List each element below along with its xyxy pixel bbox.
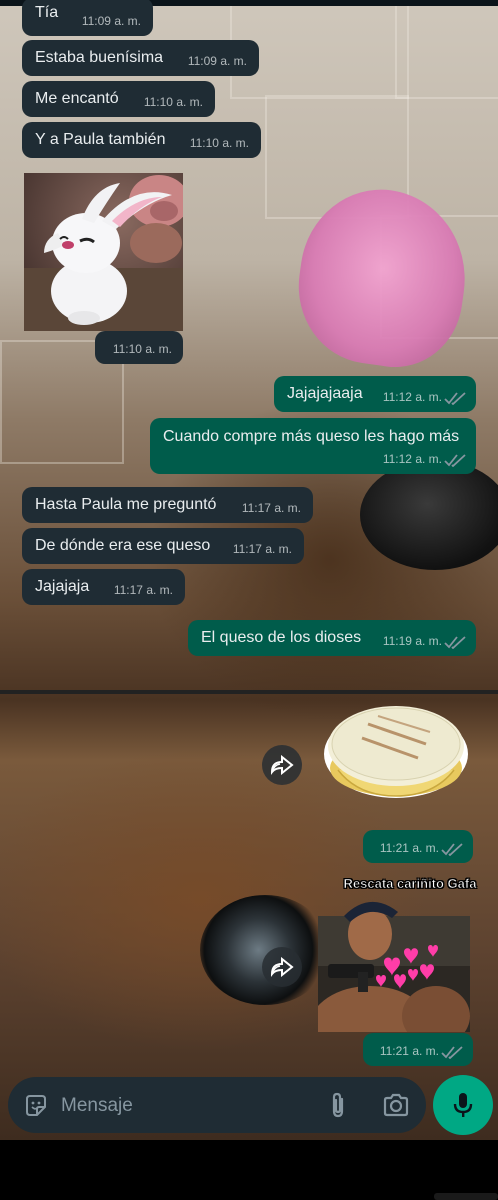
message-text: De dónde era ese queso: [35, 537, 211, 554]
message-bubble[interactable]: Me encantó 11:10 a. m.: [22, 81, 215, 117]
message-bubble[interactable]: Cuando compre más queso les hago más 11:…: [150, 418, 476, 474]
message-bubble[interactable]: Y a Paula también 11:10 a. m.: [22, 122, 261, 158]
message-bubble[interactable]: De dónde era ese queso 11:17 a. m.: [22, 528, 304, 564]
forward-icon: [270, 957, 294, 977]
message-text: Tía: [35, 4, 59, 21]
mic-icon: [453, 1093, 473, 1117]
message-bubble[interactable]: El queso de los dioses 11:19 a. m.: [188, 620, 476, 656]
message-bubble[interactable]: Tía 11:09 a. m.: [22, 0, 153, 36]
message-time: 11:10 a. m.: [189, 136, 249, 150]
message-time: 11:19 a. m.: [382, 634, 442, 648]
message-time: 11:09 a. m.: [187, 54, 247, 68]
dog-nose-photo: [360, 460, 498, 570]
read-receipt-icon: [441, 1046, 463, 1059]
read-receipt-icon: [444, 454, 466, 467]
message-time: 11:09 a. m.: [81, 14, 141, 28]
message-text: Me encantó: [35, 90, 119, 107]
dog-eye-photo: [200, 895, 330, 1005]
message-time: 11:17 a. m.: [232, 542, 292, 556]
hearts-icon: [376, 945, 438, 989]
sticker-icon[interactable]: [23, 1093, 49, 1119]
gun-hearts-sticker[interactable]: Rescata cariñito Gafa: [310, 876, 477, 1066]
camera-icon[interactable]: [382, 1093, 410, 1117]
message-bubble[interactable]: Hasta Paula me preguntó 11:17 a. m.: [22, 487, 313, 523]
forward-button[interactable]: [262, 745, 302, 785]
read-receipt-icon: [444, 392, 466, 405]
mic-button[interactable]: [433, 1075, 493, 1135]
message-text: El queso de los dioses: [201, 629, 362, 646]
forward-button[interactable]: [262, 947, 302, 987]
read-receipt-icon: [444, 636, 466, 649]
message-bubble[interactable]: Jajajajaaja 11:12 a. m.: [274, 376, 476, 412]
message-text: Y a Paula también: [35, 131, 166, 148]
message-time: 11:17 a. m.: [113, 583, 173, 597]
message-time: 11:17 a. m.: [241, 501, 301, 515]
message-text: Hasta Paula me preguntó: [35, 496, 217, 513]
message-time: 11:21 a. m.: [379, 1044, 439, 1058]
read-receipt-icon: [441, 843, 463, 856]
rabbit-sticker[interactable]: [24, 173, 183, 331]
message-bubble[interactable]: Jajajaja 11:17 a. m.: [22, 569, 185, 605]
message-text: Jajajaja: [35, 578, 90, 595]
message-time: 11:12 a. m.: [382, 390, 442, 404]
sticker-caption: Rescata cariñito Gafa: [343, 876, 477, 892]
message-bubble[interactable]: Estaba buenísima 11:09 a. m.: [22, 40, 259, 76]
system-nav-bar: [0, 1140, 498, 1200]
message-time: 11:12 a. m.: [382, 452, 442, 466]
arepa-sticker[interactable]: [318, 698, 473, 804]
forward-icon: [270, 755, 294, 775]
message-text: Cuando compre más queso les hago más: [163, 428, 460, 445]
message-time: 11:10 a. m.: [143, 95, 203, 109]
message-text: Estaba buenísima: [35, 49, 164, 66]
message-bubble[interactable]: 11:21 a. m.: [363, 830, 473, 863]
message-time: 11:10 a. m.: [112, 342, 172, 356]
message-composer[interactable]: Mensaje: [8, 1077, 426, 1133]
message-bubble[interactable]: 11:10 a. m.: [95, 331, 183, 364]
message-text: Jajajajaaja: [287, 385, 363, 402]
attach-icon[interactable]: [326, 1091, 350, 1119]
message-bubble[interactable]: 11:21 a. m.: [363, 1033, 473, 1066]
message-time: 11:21 a. m.: [379, 841, 439, 855]
message-input[interactable]: Mensaje: [61, 1095, 133, 1117]
gesture-handle[interactable]: [434, 1193, 498, 1200]
